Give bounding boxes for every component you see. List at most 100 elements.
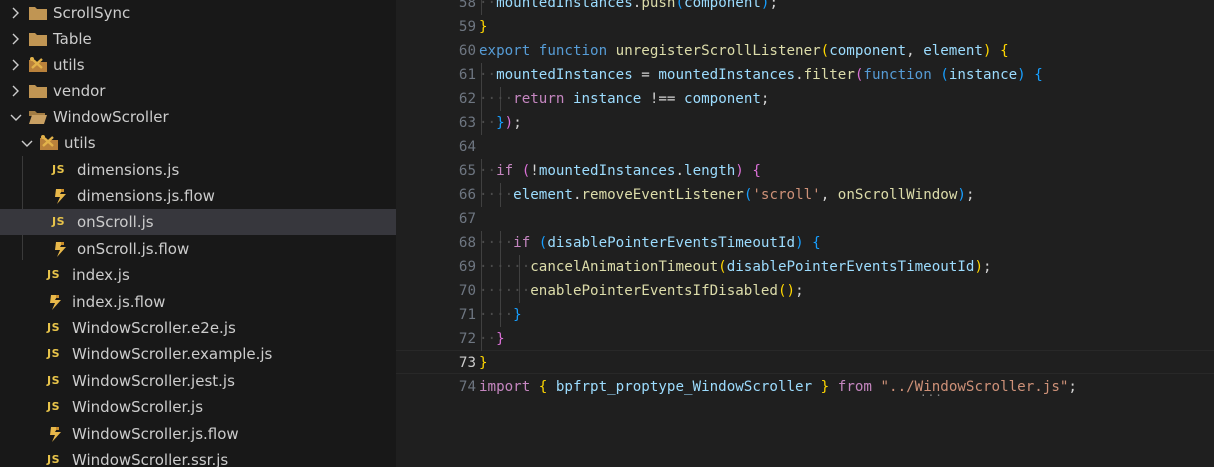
code-token: ) <box>957 187 966 203</box>
code-line[interactable]: 68 ····if (disablePointerEventsTimeoutId)… <box>396 231 1214 255</box>
code-token: instance <box>948 67 1018 83</box>
code-token: export <box>479 43 539 59</box>
explorer-file-row[interactable]: WindowScroller.js.flow <box>0 421 396 447</box>
code-token: removeEventListener <box>581 187 744 203</box>
code-text: ··if (!mountedInstances.length) { <box>479 159 761 183</box>
flow-file-icon <box>52 240 72 258</box>
js-file-icon: JS <box>47 321 61 334</box>
code-token: component <box>684 0 761 11</box>
code-token: . <box>795 67 804 83</box>
chevron-right-icon[interactable] <box>8 29 24 49</box>
explorer-file-row[interactable]: JS index.js <box>0 262 396 288</box>
chevron-right-icon[interactable] <box>8 81 24 101</box>
js-file-icon: JS <box>47 453 61 466</box>
explorer-item-label: WindowScroller.ssr.js <box>72 451 229 467</box>
code-text: export function unregisterScrollListener… <box>479 39 1009 63</box>
line-number: 62 <box>458 91 476 107</box>
code-line[interactable]: 64 <box>396 135 1214 159</box>
code-token: ( <box>940 67 949 83</box>
code-token: ! <box>530 163 539 179</box>
explorer-folder-row[interactable]: Table <box>0 26 396 52</box>
chevron-down-icon[interactable] <box>19 133 35 153</box>
code-token: { <box>1000 43 1009 59</box>
code-line[interactable]: 70 ······enablePointerEventsIfDisabled(); <box>396 279 1214 303</box>
explorer-file-row[interactable]: index.js.flow <box>0 289 396 315</box>
explorer-file-row[interactable]: JS WindowScroller.example.js <box>0 341 396 367</box>
explorer-item-label: dimensions.js.flow <box>77 187 215 205</box>
explorer-file-row[interactable]: JS WindowScroller.js <box>0 394 396 420</box>
whitespace-indicator: ···· <box>479 91 514 107</box>
code-text: ····element.removeEventListener('scroll'… <box>479 183 974 207</box>
code-token: ; <box>795 283 804 299</box>
code-token: ) <box>795 235 804 251</box>
code-token: if <box>496 163 522 179</box>
code-line[interactable]: 60 export function unregisterScrollListen… <box>396 39 1214 63</box>
js-file-icon: JS <box>47 347 61 360</box>
code-token: enablePointerEventsIfDisabled <box>530 283 778 299</box>
explorer-file-row[interactable]: JS WindowScroller.ssr.js <box>0 447 396 467</box>
explorer-file-row[interactable]: dimensions.js.flow <box>0 183 396 209</box>
code-line[interactable]: 65 ··if (!mountedInstances.length) { <box>396 159 1214 183</box>
explorer-folder-row[interactable]: WindowScroller <box>0 104 396 130</box>
line-number: 74 <box>458 379 476 395</box>
explorer-file-row[interactable]: JS dimensions.js <box>0 157 396 183</box>
code-token: element <box>513 187 573 203</box>
explorer-file-row[interactable]: onScroll.js.flow <box>0 236 396 262</box>
code-token: mountedInstances <box>538 163 676 179</box>
line-number: 58 <box>458 0 476 11</box>
explorer-item-label: WindowScroller.js.flow <box>72 425 239 443</box>
js-file-icon: JS <box>47 268 61 281</box>
explorer-item-label: index.js <box>72 266 130 284</box>
explorer-folder-row[interactable]: utils <box>0 52 396 78</box>
chevron-right-icon[interactable] <box>8 55 24 75</box>
code-token: disablePointerEventsTimeoutId <box>547 235 796 251</box>
code-line[interactable]: 72 ··} <box>396 327 1214 351</box>
whitespace-indicator: ·· <box>479 0 497 11</box>
explorer-item-label: WindowScroller.js <box>72 398 204 416</box>
code-line[interactable]: 66 ····element.removeEventListener('scrol… <box>396 183 1214 207</box>
code-line[interactable]: 63 ··}); <box>396 111 1214 135</box>
code-token: 'scroll' <box>752 187 821 203</box>
chevron-down-icon[interactable] <box>8 107 24 127</box>
explorer-folder-row[interactable]: ScrollSync <box>0 0 396 26</box>
code-token: { <box>1034 67 1043 83</box>
code-line[interactable]: 62 ····return instance !== component; <box>396 87 1214 111</box>
js-file-icon: JS <box>52 215 66 228</box>
code-token: return <box>513 91 573 107</box>
folder-utils-icon <box>28 56 48 74</box>
explorer-file-row[interactable]: JS WindowScroller.e2e.js <box>0 315 396 341</box>
code-line[interactable]: 61 ··mountedInstances = mountedInstances.… <box>396 63 1214 87</box>
explorer-file-row[interactable]: JS onScroll.js <box>0 209 396 235</box>
code-line[interactable]: 73} <box>396 351 1214 375</box>
code-line[interactable]: 74 import { bpfrpt_proptype_WindowScrolle… <box>396 375 1214 399</box>
code-line[interactable]: 59} <box>396 15 1214 39</box>
whitespace-indicator: ······ <box>479 259 531 275</box>
explorer-item-label: WindowScroller <box>53 108 169 126</box>
folder-icon <box>28 82 48 100</box>
code-line[interactable]: 67 <box>396 207 1214 231</box>
code-text: ····} <box>479 303 522 327</box>
code-token: from <box>829 379 881 395</box>
explorer-folder-row[interactable]: vendor <box>0 78 396 104</box>
whitespace-indicator: ·· <box>479 67 497 83</box>
code-line[interactable]: 58 ··mountedInstances.push(component); <box>396 0 1214 15</box>
code-token: ; <box>513 115 522 131</box>
code-editor[interactable]: 58 ··mountedInstances.push(component); 59}… <box>396 0 1214 467</box>
code-token: ) <box>982 43 992 59</box>
folder-icon <box>28 30 48 48</box>
line-number: 66 <box>458 187 476 203</box>
explorer-folder-row[interactable]: utils <box>0 130 396 156</box>
code-token: ) <box>735 163 744 179</box>
explorer-file-row[interactable]: JS WindowScroller.jest.js <box>0 368 396 394</box>
code-token: function <box>863 67 941 83</box>
code-line[interactable]: 69 ······cancelAnimationTimeout(disablePo… <box>396 255 1214 279</box>
flow-file-icon <box>47 293 67 311</box>
line-number: 68 <box>458 235 476 251</box>
line-number: 72 <box>458 331 476 347</box>
code-line[interactable]: 71 ····} <box>396 303 1214 327</box>
line-number: 59 <box>458 19 476 35</box>
chevron-right-icon[interactable] <box>8 3 24 23</box>
explorer-item-label: dimensions.js <box>77 161 180 179</box>
code-token: , <box>820 187 838 203</box>
